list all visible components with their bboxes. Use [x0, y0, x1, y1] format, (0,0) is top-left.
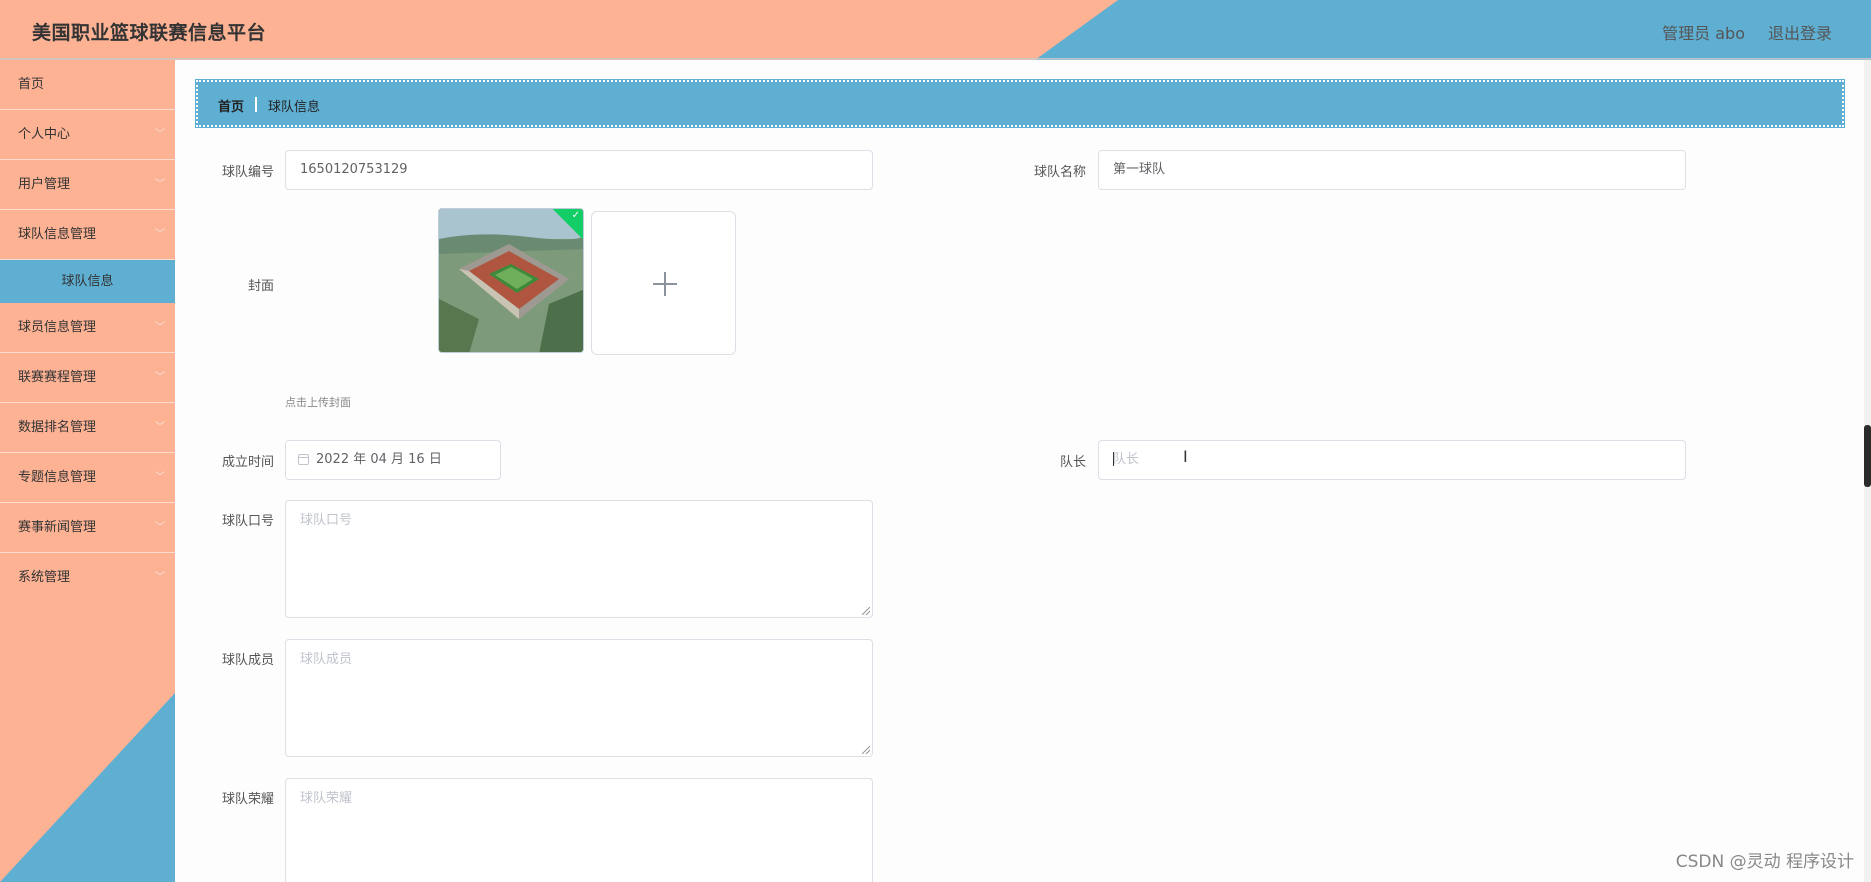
watermark: CSDN @灵动 程序设计 — [1675, 852, 1854, 872]
slogan-textarea[interactable]: 球队口号 — [285, 500, 873, 618]
sidebar-item-label: 球员信息管理 — [18, 320, 97, 335]
sidebar-item-user-management[interactable]: 用户管理 ﹀ — [0, 160, 175, 210]
sidebar-subitem-team-info[interactable]: 球队信息 — [0, 260, 175, 303]
sidebar: 首页 个人中心 ﹀ 用户管理 ﹀ 球队信息管理 ﹀ 球队信息 球员信息管理 ﹀ … — [0, 60, 175, 882]
breadcrumb-current: 球队信息 — [268, 100, 321, 115]
members-textarea[interactable]: 球队成员 — [285, 639, 873, 757]
chevron-down-icon: ﹀ — [155, 472, 165, 483]
chevron-down-icon: ﹀ — [155, 372, 165, 383]
honors-textarea[interactable]: 球队荣耀 — [285, 778, 873, 882]
honors-placeholder: 球队荣耀 — [300, 791, 353, 806]
calendar-icon — [298, 454, 309, 465]
sidebar-item-team-info-management[interactable]: 球队信息管理 ﹀ — [0, 210, 175, 260]
ibeam-cursor-icon: I — [1183, 447, 1188, 466]
members-label: 球队成员 — [221, 653, 274, 668]
sidebar-item-label: 球队信息管理 — [18, 227, 97, 242]
sidebar-item-label: 专题信息管理 — [18, 470, 97, 485]
team-no-input[interactable]: 1650120753129 — [285, 150, 873, 190]
sidebar-item-ranking-management[interactable]: 数据排名管理 ﹀ — [0, 403, 175, 453]
sidebar-item-player-info-management[interactable]: 球员信息管理 ﹀ — [0, 303, 175, 353]
sidebar-item-label: 系统管理 — [18, 570, 71, 585]
app-title: 美国职业篮球联赛信息平台 — [32, 22, 267, 44]
sidebar-item-label: 联赛赛程管理 — [18, 370, 97, 385]
chevron-down-icon: ﹀ — [155, 179, 165, 190]
logout-button[interactable]: 退出登录 — [1768, 20, 1832, 44]
sidebar-item-system-management[interactable]: 系统管理 ﹀ — [0, 553, 175, 603]
sidebar-item-label: 赛事新闻管理 — [18, 520, 97, 535]
header-shadow — [0, 58, 1871, 60]
cover-label: 封面 — [247, 279, 274, 294]
breadcrumb-home[interactable]: 首页 — [218, 96, 244, 115]
sidebar-item-topic-management[interactable]: 专题信息管理 ﹀ — [0, 453, 175, 503]
plus-icon-vertical — [664, 272, 666, 296]
scrollbar-thumb[interactable] — [1864, 425, 1871, 487]
sidebar-item-personal-center[interactable]: 个人中心 ﹀ — [0, 110, 175, 160]
cover-upload-hint: 点击上传封面 — [285, 396, 351, 409]
honors-label: 球队荣耀 — [221, 792, 274, 807]
team-name-input[interactable]: 第一球队 — [1098, 150, 1686, 190]
team-no-label: 球队编号 — [221, 165, 274, 180]
sidebar-item-label: 用户管理 — [18, 177, 71, 192]
members-placeholder: 球队成员 — [300, 652, 353, 667]
sidebar-item-home[interactable]: 首页 — [0, 60, 175, 110]
campus-aerial-image — [439, 209, 583, 352]
admin-user-label: 管理员 abo — [1662, 24, 1745, 43]
chevron-down-icon: ﹀ — [155, 422, 165, 433]
founded-date-picker[interactable]: 2022 年 04 月 16 日 — [285, 440, 501, 480]
sidebar-item-label: 个人中心 — [18, 127, 71, 142]
founded-label: 成立时间 — [221, 455, 274, 470]
text-caret — [1113, 452, 1114, 466]
team-name-label: 球队名称 — [1033, 165, 1086, 180]
chevron-down-icon: ﹀ — [155, 322, 165, 333]
sidebar-subitem-label: 球队信息 — [61, 274, 114, 289]
slogan-label: 球队口号 — [221, 514, 274, 529]
slogan-placeholder: 球队口号 — [300, 513, 353, 528]
chevron-down-icon: ﹀ — [155, 572, 165, 583]
top-header: 美国职业篮球联赛信息平台 管理员 abo 退出登录 — [0, 0, 1871, 60]
breadcrumb: 首页 球队信息 — [195, 79, 1845, 128]
resize-handle-icon[interactable] — [862, 607, 870, 615]
sidebar-item-label: 数据排名管理 — [18, 420, 97, 435]
resize-handle-icon[interactable] — [862, 746, 870, 754]
cover-image-thumbnail[interactable]: ✓ — [438, 208, 584, 353]
check-icon: ✓ — [571, 210, 580, 221]
sidebar-item-label: 首页 — [18, 77, 45, 92]
sidebar-item-news-management[interactable]: 赛事新闻管理 ﹀ — [0, 503, 175, 553]
chevron-down-icon: ﹀ — [155, 229, 165, 240]
founded-date-value: 2022 年 04 月 16 日 — [316, 452, 442, 467]
sidebar-item-schedule-management[interactable]: 联赛赛程管理 ﹀ — [0, 353, 175, 403]
chevron-down-icon: ﹀ — [155, 129, 165, 140]
captain-label: 队长 — [1059, 455, 1086, 470]
breadcrumb-separator — [255, 97, 257, 112]
upload-add-button[interactable] — [591, 211, 736, 355]
chevron-down-icon: ﹀ — [155, 522, 165, 533]
